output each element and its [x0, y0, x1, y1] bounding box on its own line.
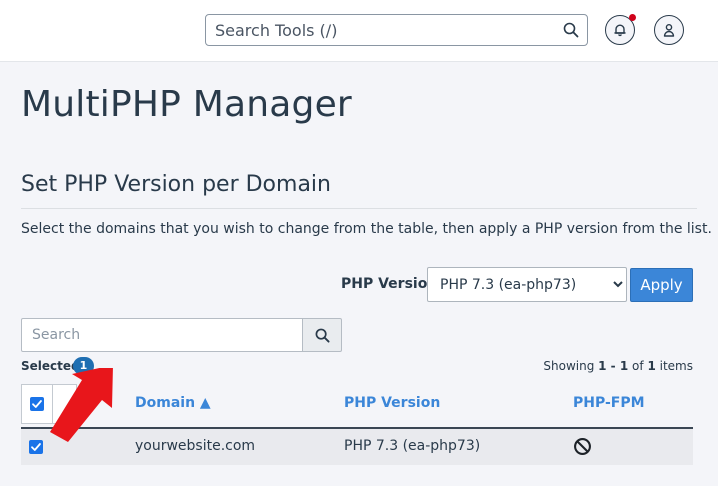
domain-search-input[interactable]	[21, 318, 303, 352]
column-header-domain[interactable]: Domain ▲	[135, 395, 211, 411]
pagination-summary: Showing 1 - 1 of 1 items	[543, 359, 693, 373]
user-menu-button[interactable]	[654, 15, 684, 45]
red-arrow-annotation	[50, 368, 113, 442]
row-php-version: PHP 7.3 (ea-php73)	[344, 438, 481, 454]
user-icon	[663, 24, 675, 37]
showing-total: 1	[647, 359, 656, 373]
bell-icon	[614, 24, 626, 37]
page-title: MultiPHP Manager	[21, 84, 352, 125]
top-bar	[0, 0, 718, 62]
showing-prefix: Showing	[543, 359, 595, 373]
row-domain: yourwebsite.com	[135, 438, 256, 454]
php-version-label: PHP Version	[341, 276, 438, 292]
section-divider	[21, 208, 697, 209]
notifications-button[interactable]	[605, 14, 636, 45]
disabled-icon	[574, 438, 591, 455]
showing-suffix: items	[659, 359, 693, 373]
section-title: Set PHP Version per Domain	[21, 172, 331, 197]
tool-search-box[interactable]	[205, 14, 588, 46]
showing-of: of	[632, 359, 644, 373]
notification-dot	[629, 14, 636, 21]
tool-search-input[interactable]	[206, 15, 546, 45]
apply-button[interactable]: Apply	[630, 268, 693, 302]
search-icon[interactable]	[563, 22, 579, 38]
section-description: Select the domains that you wish to chan…	[21, 221, 712, 237]
search-icon	[315, 328, 330, 343]
php-version-select[interactable]: PHP 7.3 (ea-php73)	[427, 267, 627, 302]
column-header-php-fpm[interactable]: PHP-FPM	[573, 395, 645, 411]
showing-range: 1 - 1	[598, 359, 629, 373]
domain-search-button[interactable]	[302, 318, 342, 352]
column-header-php-version[interactable]: PHP Version	[344, 395, 440, 411]
